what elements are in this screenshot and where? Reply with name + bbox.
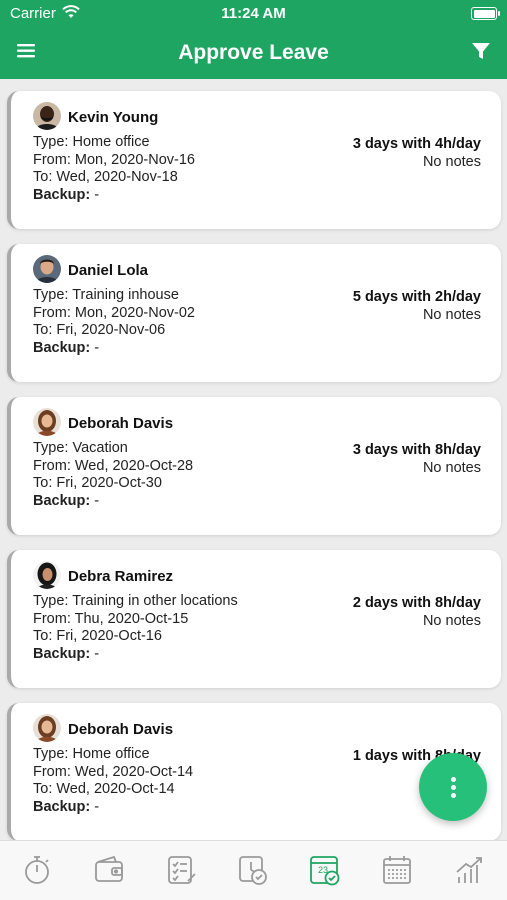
- status-bar: Carrier 11:24 AM: [0, 0, 507, 28]
- leave-duration: 2 days with 8h/day: [352, 595, 481, 611]
- wallet-icon[interactable]: [92, 853, 126, 887]
- employee-name: Deborah Davis: [68, 415, 174, 432]
- avatar: [33, 561, 61, 589]
- avatar: [33, 408, 61, 436]
- avatar: [33, 255, 61, 283]
- leave-card[interactable]: Daniel Lola Type: Training inhouse From:…: [7, 244, 501, 382]
- leave-backup: Backup: -: [33, 340, 99, 356]
- employee-name: Daniel Lola: [68, 262, 149, 279]
- more-actions-button[interactable]: [419, 753, 487, 821]
- leave-notes: No notes: [422, 613, 481, 629]
- backup-label: Backup:: [33, 340, 91, 356]
- calendar-grid-icon[interactable]: [380, 853, 414, 887]
- battery-icon: [471, 7, 500, 20]
- employee-name: Kevin Young: [68, 109, 159, 126]
- leave-to-date: To: Fri, 2020-Nov-06: [33, 322, 166, 338]
- leave-from-date: From: Wed, 2020-Oct-28: [33, 458, 194, 474]
- backup-value: -: [90, 340, 100, 356]
- checklist-icon[interactable]: [164, 853, 198, 887]
- leave-type: Type: Home office: [33, 746, 150, 762]
- stopwatch-icon[interactable]: [20, 853, 54, 887]
- leave-from-date: From: Mon, 2020-Nov-02: [33, 305, 195, 321]
- backup-label: Backup:: [33, 799, 91, 815]
- backup-value: -: [90, 187, 100, 203]
- calendar-check-icon[interactable]: 23: [308, 853, 342, 887]
- leave-type: Type: Vacation: [33, 440, 128, 456]
- leave-type: Type: Training in other locations: [33, 593, 238, 609]
- backup-value: -: [90, 646, 100, 662]
- leave-from-date: From: Mon, 2020-Nov-16: [33, 152, 195, 168]
- backup-label: Backup:: [33, 187, 91, 203]
- leave-from-date: From: Wed, 2020-Oct-14: [33, 764, 194, 780]
- leave-backup: Backup: -: [33, 493, 99, 509]
- leave-to-date: To: Wed, 2020-Nov-18: [33, 169, 178, 185]
- leave-card[interactable]: Debra Ramirez Type: Training in other lo…: [7, 550, 501, 688]
- leave-request-list[interactable]: Kevin Young Type: Home office From: Mon,…: [0, 79, 507, 840]
- clock-check-icon[interactable]: [236, 853, 270, 887]
- employee-name: Deborah Davis: [68, 721, 174, 738]
- leave-to-date: To: Fri, 2020-Oct-16: [33, 628, 162, 644]
- leave-type: Type: Home office: [33, 134, 150, 150]
- leave-duration: 3 days with 8h/day: [352, 442, 481, 458]
- leave-backup: Backup: -: [33, 646, 99, 662]
- leave-notes: No notes: [422, 154, 481, 170]
- backup-label: Backup:: [33, 493, 91, 509]
- leave-card[interactable]: Kevin Young Type: Home office From: Mon,…: [7, 91, 501, 229]
- leave-backup: Backup: -: [33, 187, 99, 203]
- leave-card[interactable]: Deborah Davis Type: Vacation From: Wed, …: [7, 397, 501, 535]
- leave-from-date: From: Thu, 2020-Oct-15: [33, 611, 189, 627]
- leave-to-date: To: Fri, 2020-Oct-30: [33, 475, 162, 491]
- backup-value: -: [90, 799, 100, 815]
- filter-icon[interactable]: [469, 39, 493, 63]
- leave-duration: 3 days with 4h/day: [352, 136, 481, 152]
- leave-notes: No notes: [422, 460, 481, 476]
- backup-label: Backup:: [33, 646, 91, 662]
- backup-value: -: [90, 493, 100, 509]
- employee-name: Debra Ramirez: [68, 568, 174, 585]
- leave-duration: 5 days with 2h/day: [352, 289, 481, 305]
- page-title: Approve Leave: [178, 41, 329, 64]
- status-time: 11:24 AM: [221, 5, 286, 22]
- leave-to-date: To: Wed, 2020-Oct-14: [33, 781, 175, 797]
- leave-notes: No notes: [422, 307, 481, 323]
- leave-type: Type: Training inhouse: [33, 287, 179, 303]
- growth-chart-icon[interactable]: [452, 853, 486, 887]
- avatar: [33, 102, 61, 130]
- leave-backup: Backup: -: [33, 799, 99, 815]
- bottom-tab-bar: 23: [0, 840, 507, 900]
- avatar: [33, 714, 61, 742]
- app-header: Carrier 11:24 AM Approve Leave: [0, 0, 507, 79]
